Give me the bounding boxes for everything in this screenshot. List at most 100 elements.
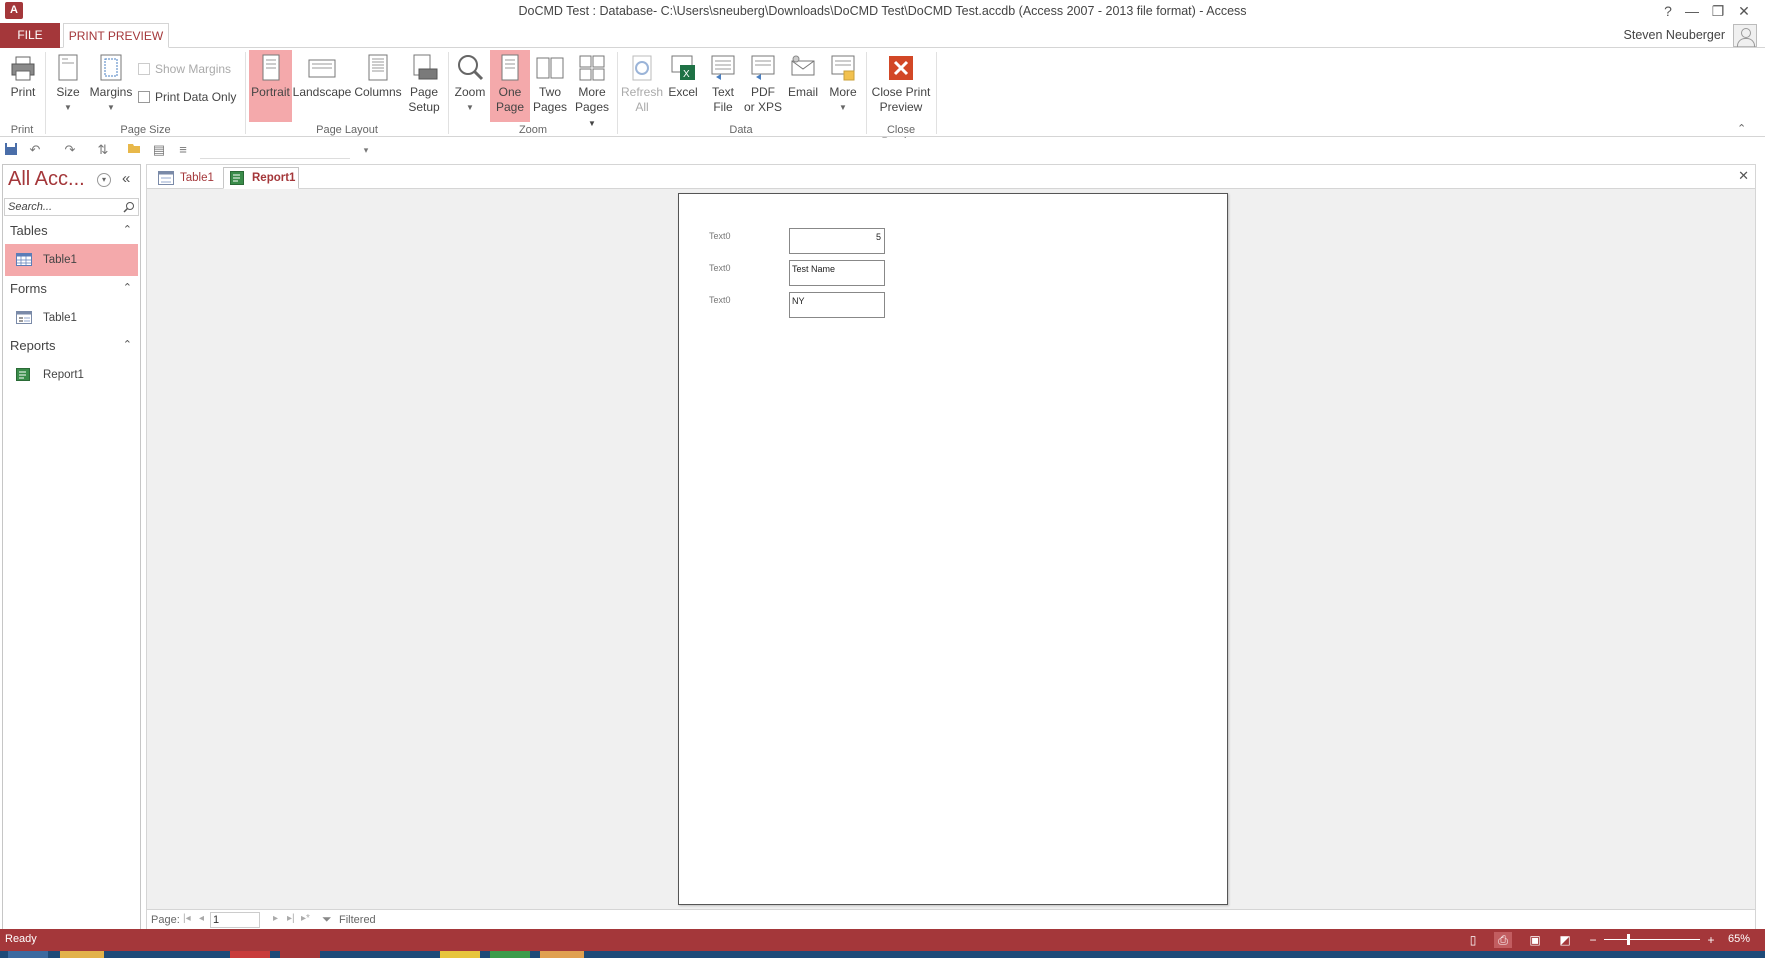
- search-input[interactable]: Search...: [4, 198, 139, 216]
- print-preview-view-icon[interactable]: ⎙: [1494, 932, 1512, 948]
- tab-report1[interactable]: Report1: [223, 167, 299, 189]
- user-name[interactable]: Steven Neuberger: [1624, 28, 1725, 42]
- excel-button[interactable]: X Excel: [664, 50, 702, 122]
- collapse-pane-icon[interactable]: «: [122, 170, 130, 187]
- nav-item-table1[interactable]: Table1: [5, 244, 138, 276]
- text-file-label-2: File: [713, 100, 733, 114]
- report-field-value: 5: [875, 232, 881, 242]
- taskbar-explorer-icon[interactable]: [60, 951, 104, 958]
- nav-item-label: Table1: [43, 254, 77, 266]
- undo-icon[interactable]: ↶: [27, 142, 43, 158]
- print-data-only-checkbox[interactable]: Print Data Only: [138, 90, 236, 104]
- show-margins-checkbox[interactable]: Show Margins: [138, 62, 231, 76]
- report-field-value-box: 5: [789, 228, 885, 254]
- pdf-icon: [751, 55, 775, 80]
- spelling-icon[interactable]: ≡: [175, 142, 191, 158]
- landscape-button[interactable]: Landscape: [292, 50, 352, 122]
- page-setup-button[interactable]: Page Setup: [404, 50, 444, 122]
- minimize-button[interactable]: —: [1680, 1, 1704, 21]
- pdf-xps-button[interactable]: PDF or XPS: [742, 50, 784, 122]
- zoom-slider-thumb[interactable]: [1627, 934, 1630, 945]
- more-pages-button[interactable]: More Pages ▼: [570, 50, 614, 128]
- ribbon-separator: [936, 52, 937, 134]
- print-preview-tab[interactable]: PRINT PREVIEW: [63, 23, 169, 48]
- zoom-button[interactable]: Zoom ▼: [452, 50, 488, 122]
- nav-pane-title[interactable]: All Acc...: [8, 168, 85, 191]
- taskbar-app-icon[interactable]: [440, 951, 480, 958]
- taskbar-app-icon[interactable]: [490, 951, 530, 958]
- more-pages-icon: [579, 55, 605, 81]
- layout-view-icon[interactable]: ▣: [1526, 932, 1544, 948]
- print-label: Print: [10, 85, 36, 99]
- restore-button[interactable]: ❐: [1706, 1, 1730, 21]
- nav-item-report1[interactable]: Report1: [5, 359, 138, 391]
- portrait-button[interactable]: Portrait: [249, 50, 292, 122]
- columns-button[interactable]: Columns: [352, 50, 404, 122]
- svg-text:X: X: [683, 69, 690, 80]
- refresh-all-button[interactable]: Refresh All: [620, 50, 664, 122]
- close-document-icon[interactable]: ✕: [1738, 168, 1749, 184]
- sort-icon[interactable]: ⇅: [95, 142, 111, 158]
- text-file-icon: [711, 55, 735, 80]
- zoom-in-icon[interactable]: +: [1702, 932, 1720, 948]
- avatar[interactable]: [1733, 24, 1757, 47]
- search-icon[interactable]: [123, 201, 135, 213]
- collapse-group-icon[interactable]: ⌃: [123, 281, 132, 294]
- two-pages-label-1: Two: [538, 85, 561, 99]
- close-print-preview-button[interactable]: Close Print Preview: [870, 50, 932, 122]
- zoom-level[interactable]: 65%: [1728, 933, 1750, 945]
- text-file-button[interactable]: Text File: [704, 50, 742, 122]
- help-icon[interactable]: ?: [1656, 1, 1680, 21]
- design-view-icon[interactable]: ◩: [1556, 932, 1574, 948]
- collapse-group-icon[interactable]: ⌃: [123, 223, 132, 236]
- page-number-input[interactable]: 1: [210, 912, 260, 928]
- more-export-button[interactable]: More ▼: [823, 50, 863, 122]
- taskbar-app-icon[interactable]: [540, 951, 584, 958]
- nav-group-label: Tables: [10, 223, 48, 238]
- excel-icon: X: [671, 55, 695, 80]
- columns-label: Columns: [354, 85, 402, 99]
- nav-group-tables[interactable]: Tables ⌃: [3, 218, 140, 244]
- one-page-icon: [501, 54, 519, 81]
- print-preview-icon[interactable]: ▤: [151, 142, 167, 158]
- last-page-button[interactable]: ▸|: [287, 913, 295, 924]
- close-window-button[interactable]: ✕: [1732, 1, 1756, 21]
- qat-combo-box[interactable]: [200, 142, 350, 159]
- ribbon: Print Print Size ▼ Margins ▼ Show Margin…: [0, 48, 1765, 148]
- file-tab[interactable]: FILE: [0, 23, 60, 48]
- one-page-button[interactable]: One Page: [490, 50, 530, 122]
- nav-item-form-table1[interactable]: Table1: [5, 302, 138, 334]
- email-button[interactable]: Email: [784, 50, 822, 122]
- collapse-group-icon[interactable]: ⌃: [123, 338, 132, 351]
- nav-menu-chevron-icon[interactable]: ▾: [97, 173, 111, 187]
- search-placeholder: Search...: [8, 201, 53, 213]
- print-button[interactable]: Print: [4, 50, 42, 122]
- open-folder-icon[interactable]: [126, 142, 142, 158]
- status-bar: Ready ▯ ⎙ ▣ ◩ − + 65%: [0, 929, 1765, 951]
- start-button[interactable]: [8, 951, 48, 958]
- taskbar-app-icon[interactable]: [230, 951, 270, 958]
- taskbar-access-icon[interactable]: [280, 951, 320, 958]
- filter-status[interactable]: Filtered: [339, 914, 376, 926]
- tab-table1[interactable]: Table1: [151, 167, 221, 189]
- margins-icon: [100, 54, 122, 81]
- redo-icon[interactable]: ↷: [62, 142, 78, 158]
- nav-group-reports[interactable]: Reports ⌃: [3, 333, 140, 359]
- size-button[interactable]: Size ▼: [50, 50, 86, 122]
- report-icon: [16, 368, 30, 381]
- collapse-ribbon-icon[interactable]: ⌃: [1737, 122, 1746, 135]
- customize-qat-icon[interactable]: ▾: [358, 142, 374, 158]
- group-page-size-label: Page Size: [120, 124, 171, 136]
- report-view-icon[interactable]: ▯: [1464, 932, 1482, 948]
- first-page-button[interactable]: |◂: [183, 913, 191, 924]
- new-page-button[interactable]: ▸*: [301, 913, 310, 924]
- previous-page-button[interactable]: ◂: [199, 913, 204, 924]
- next-page-button[interactable]: ▸: [273, 913, 278, 924]
- save-icon[interactable]: [3, 142, 19, 158]
- zoom-slider[interactable]: [1604, 939, 1700, 940]
- zoom-out-icon[interactable]: −: [1584, 932, 1602, 948]
- nav-group-forms[interactable]: Forms ⌃: [3, 276, 140, 302]
- margins-button[interactable]: Margins ▼: [88, 50, 134, 122]
- two-pages-button[interactable]: Two Pages: [530, 50, 570, 122]
- margins-label: Margins: [89, 85, 133, 99]
